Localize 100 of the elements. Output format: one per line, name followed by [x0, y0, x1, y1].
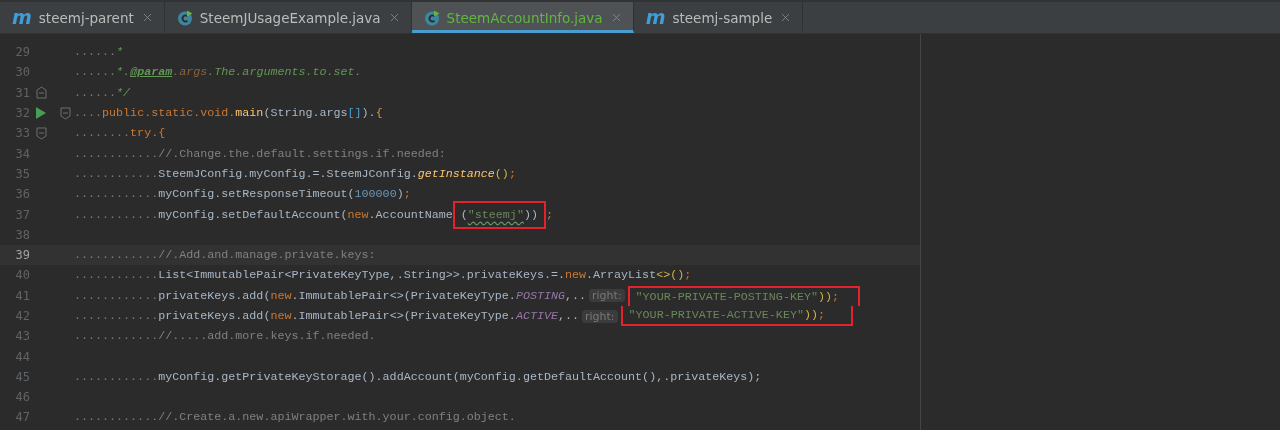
code-token: .The.arguments.to.set. [207, 65, 362, 80]
module-icon: m [645, 8, 666, 27]
line-number: 35 [14, 166, 30, 181]
code-token: ACTIVE [515, 309, 558, 323]
code-token: ; [832, 289, 839, 304]
line-number: 33 [14, 126, 30, 141]
code-token: "YOUR-PRIVATE-ACTIVE-KEY" [628, 308, 804, 322]
editor-tab[interactable]: SteemJUsageExample.java [164, 2, 412, 33]
code-token: ( [460, 207, 468, 222]
code-token: * [116, 45, 124, 60]
code-token: privateKeys.add( [158, 309, 271, 323]
line-number: 38 [14, 227, 30, 242]
code-token: ............ [74, 166, 159, 181]
code-token: ,.. [557, 309, 579, 323]
code-token: { [375, 106, 383, 121]
code-token: ). [361, 106, 376, 121]
code-token: ; [684, 268, 692, 283]
run-icon[interactable] [36, 107, 46, 120]
code-token: ...... [74, 85, 117, 100]
line-number: 37 [14, 207, 30, 222]
line-number: 39 [14, 248, 30, 263]
editor-tab[interactable]: m steemj-parent [0, 2, 165, 33]
code-token: ............ [74, 146, 159, 161]
code-token: .ImmutablePair<>(PrivateKeyType. [291, 309, 516, 323]
code-token: myConfig.setDefaultAccount( [158, 207, 348, 222]
code-token: ...... [74, 45, 117, 60]
code-token: ............ [74, 309, 159, 323]
line-number: 41 [14, 288, 30, 303]
code-token: )) [803, 308, 818, 322]
code-token: () [494, 166, 509, 181]
code-token: getInstance [417, 166, 495, 181]
code-token: ............ [74, 207, 159, 222]
code-token: ............ [74, 329, 159, 344]
code-token: "YOUR-PRIVATE-POSTING-KEY" [635, 289, 818, 304]
code-token: //.Create.a.new.apiWrapper.with.your.config.object. [158, 410, 516, 425]
code-token: ; [403, 187, 411, 202]
line-number: 45 [14, 369, 30, 384]
code-token: .ImmutablePair<>(PrivateKeyType. [291, 288, 516, 303]
code-token: */ [116, 85, 131, 100]
code-token: POSTING [515, 288, 565, 303]
code-token: ; [817, 308, 825, 322]
code-token: *. [116, 65, 131, 80]
code-token: new [347, 207, 369, 222]
code-token: new [564, 268, 586, 283]
code-token: 100000 [354, 187, 397, 202]
line-number: 42 [14, 309, 30, 323]
line-number: 40 [14, 268, 30, 283]
editor-tab[interactable]: SteemAccountInfo.java [411, 2, 634, 33]
code-token: .... [74, 106, 103, 121]
code-token: ...... [74, 65, 117, 80]
code-token: privateKeys.add( [158, 288, 271, 303]
code-token: @param [130, 65, 173, 80]
code-token: main [235, 106, 264, 121]
code-token: ............ [74, 369, 159, 384]
line-number: 30 [14, 65, 30, 80]
code-token: myConfig.setResponseTimeout( [158, 187, 355, 202]
code-token: "steemj" [467, 207, 524, 222]
code-token: new [270, 288, 292, 303]
code-token: ; [508, 166, 516, 181]
fold-icon[interactable] [36, 126, 47, 140]
line-number: 43 [14, 329, 30, 344]
line-number: 31 [14, 85, 30, 100]
code-token: .AccountName [368, 207, 453, 222]
line-number: 36 [14, 187, 30, 202]
line-number: 47 [14, 410, 30, 425]
code-token: )) [523, 207, 538, 222]
code-token: ,.. [565, 288, 587, 303]
code-token: ............ [74, 248, 159, 263]
class-icon [176, 9, 193, 26]
class-icon [423, 9, 440, 26]
code-token: //.Add.and.manage.private.keys: [158, 248, 376, 263]
code-token: ............ [74, 410, 159, 425]
fold-icon[interactable] [36, 86, 47, 100]
code-token: ............ [74, 268, 159, 283]
parameter-hint: right: [582, 309, 618, 323]
code-token: .args [172, 65, 208, 80]
fold-icon[interactable] [60, 106, 71, 120]
line-number: 34 [14, 146, 30, 161]
line-number: 46 [14, 390, 30, 405]
code-token: ............ [74, 288, 159, 303]
code-token: (String.args [263, 106, 348, 121]
code-token: ............ [74, 187, 159, 202]
line-number: 32 [14, 106, 30, 121]
module-icon: m [12, 8, 32, 27]
code-token: //.....add.more.keys.if.needed. [158, 329, 376, 344]
code-token: ) [396, 187, 404, 202]
line-number: 44 [14, 349, 30, 364]
code-token: SteemJConfig.myConfig.=.SteemJConfig. [158, 166, 418, 181]
code-token: )) [817, 289, 832, 304]
code-token: .ArrayList [586, 268, 657, 283]
code-token: List<ImmutablePair<PrivateKeyType,.String>>.privateKeys.=. [158, 268, 565, 283]
code-token: <>() [656, 268, 685, 283]
code-token: public.static.void. [102, 106, 236, 121]
code-token: ; [545, 207, 553, 222]
editor-tab[interactable]: m steemj-sample [633, 2, 804, 33]
code-token: [] [347, 106, 362, 121]
code-token: //.Change.the.default.settings.if.needed: [158, 146, 446, 161]
code-token: ........ [74, 126, 131, 141]
code-token: myConfig.getPrivateKeyStorage().addAccount(myConfig.getDefaultAccount(),.privateKeys); [158, 369, 762, 384]
code-token: try.{ [130, 126, 166, 141]
